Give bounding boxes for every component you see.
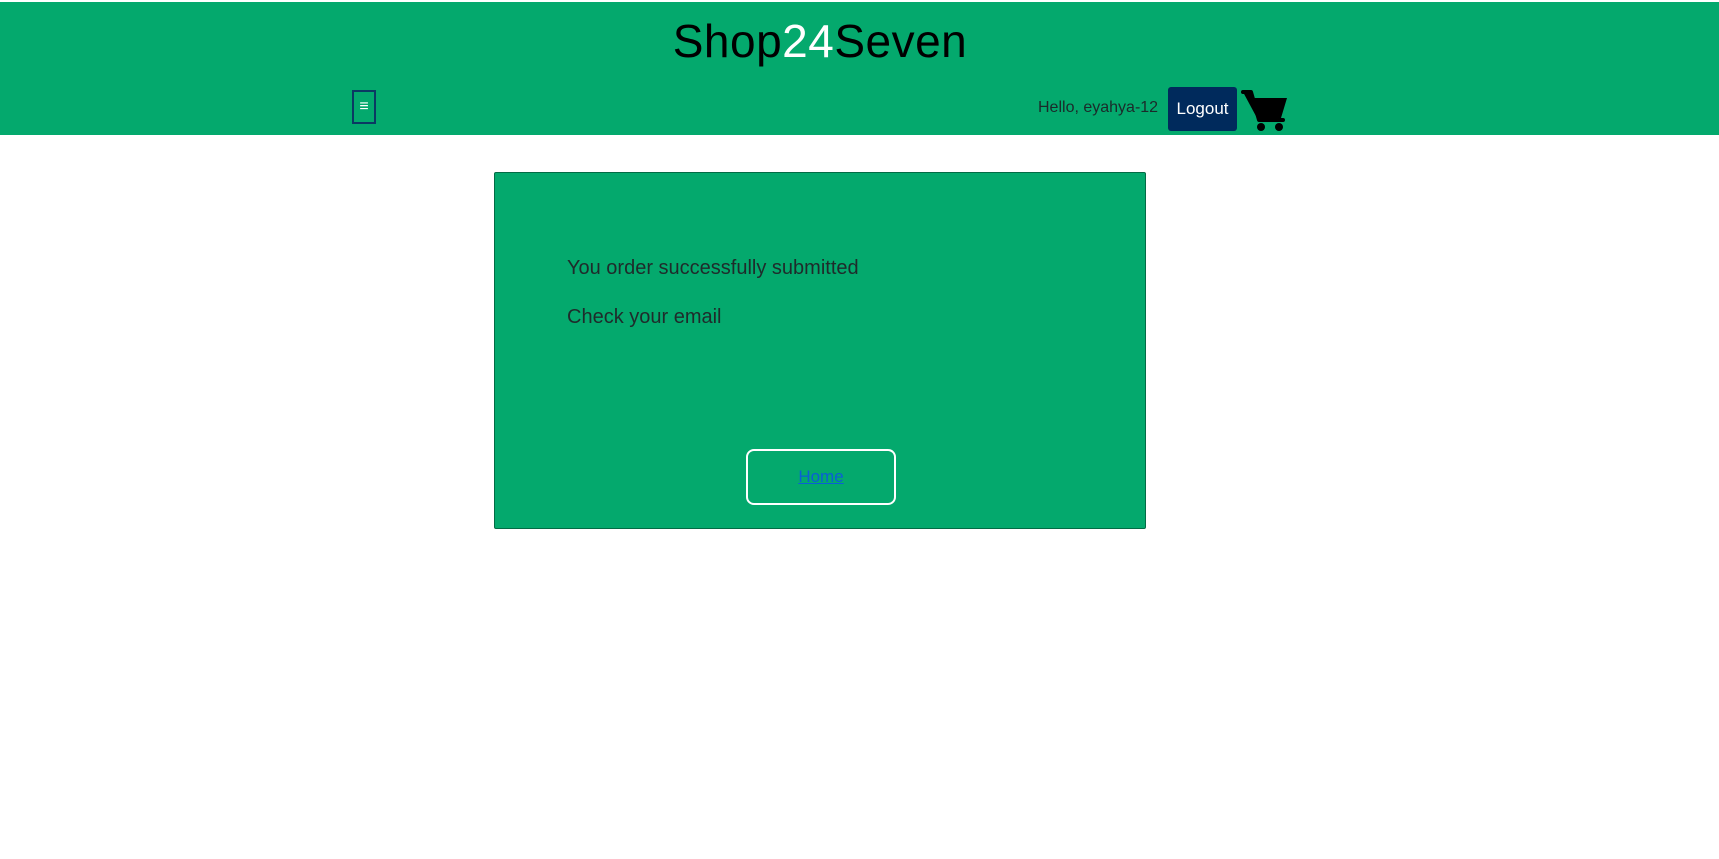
hamburger-menu-icon: ≡ (359, 98, 369, 115)
brand-part-24: 24 (782, 15, 835, 67)
check-email-message: Check your email (567, 306, 722, 328)
order-confirmation-card: You order successfully submitted Check y… (494, 172, 1146, 529)
brand-part-shop: Shop (672, 15, 783, 67)
brand-part-seven: Seven (834, 15, 968, 67)
logout-button[interactable]: Logout (1168, 87, 1237, 131)
shopping-cart-icon[interactable] (1241, 88, 1289, 132)
order-success-message: You order successfully submitted (567, 257, 859, 279)
site-header: Shop24Seven ≡ Hello, eyahya-12 Logout (0, 2, 1719, 135)
hamburger-menu-button[interactable]: ≡ (352, 90, 376, 124)
brand-logo[interactable]: Shop24Seven (0, 14, 1640, 68)
home-link[interactable]: Home (798, 467, 843, 487)
user-greeting: Hello, eyahya-12 (1038, 99, 1159, 116)
home-button[interactable]: Home (746, 449, 896, 505)
